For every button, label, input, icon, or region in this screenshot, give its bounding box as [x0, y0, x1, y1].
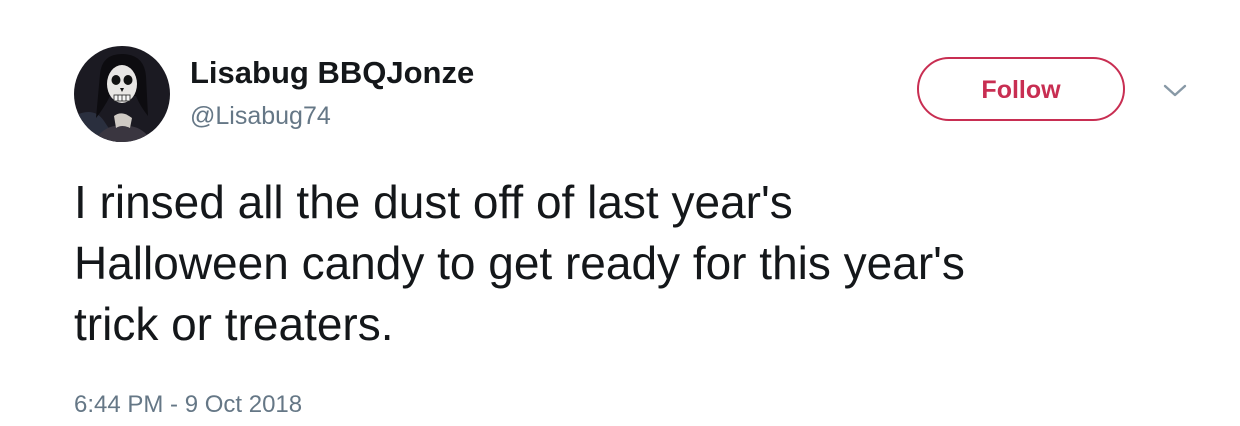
tweet-text-line: I rinsed all the dust off of last year's	[74, 176, 793, 228]
tweet-text: I rinsed all the dust off of last year's…	[74, 172, 1194, 355]
follow-button[interactable]: Follow	[917, 57, 1125, 121]
avatar[interactable]	[74, 46, 170, 142]
tweet-timestamp[interactable]: 6:44 PM - 9 Oct 2018	[74, 390, 302, 420]
user-handle[interactable]: @Lisabug74	[190, 100, 331, 132]
tweet-text-line: Halloween candy to get ready for this ye…	[74, 237, 965, 289]
chevron-down-icon[interactable]	[1162, 82, 1188, 100]
display-name[interactable]: Lisabug BBQJonze	[190, 54, 474, 92]
tweet-text-line: trick or treaters.	[74, 298, 394, 350]
avatar-image	[74, 46, 170, 142]
